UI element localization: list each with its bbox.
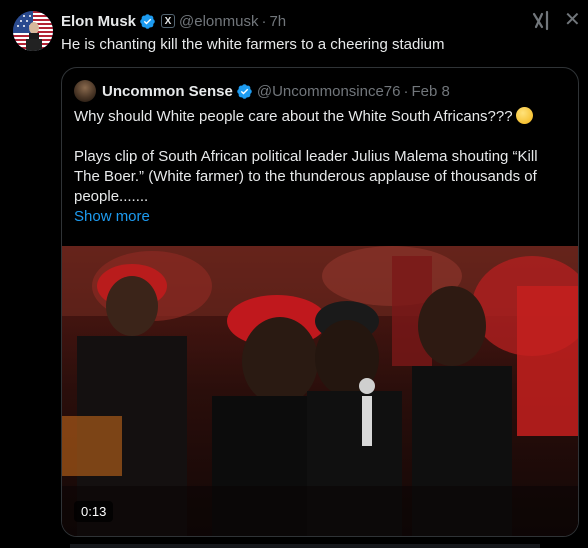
affiliate-x-badge-icon[interactable]: X	[161, 14, 176, 28]
quoted-text-line: Plays clip of South African political le…	[74, 148, 538, 165]
thinking-face-emoji-icon	[515, 107, 533, 124]
separator-dot: ·	[261, 12, 267, 30]
post-header: Elon Musk X @elonmusk · 7h	[61, 11, 286, 31]
video-thumbnail	[62, 246, 578, 536]
quoted-text-line: people.......	[74, 188, 149, 205]
verified-badge-icon[interactable]	[139, 13, 156, 30]
quoted-post-time[interactable]: Feb 8	[412, 83, 450, 100]
author-avatar[interactable]	[13, 11, 53, 51]
post[interactable]: Elon Musk X @elonmusk · 7h ✕ He is chant…	[0, 0, 588, 548]
quoted-author-name[interactable]: Uncommon Sense	[102, 83, 233, 100]
video-duration-badge: 0:13	[74, 501, 114, 522]
grok-icon[interactable]	[531, 10, 551, 32]
video-player[interactable]: 0:13	[62, 246, 578, 536]
show-more-link[interactable]: Show more	[74, 207, 570, 227]
quoted-author-handle[interactable]: @Uncommonsince76	[257, 83, 401, 100]
author-handle[interactable]: @elonmusk	[179, 13, 258, 30]
quoted-post-card[interactable]: Uncommon Sense @Uncommonsince76 · Feb 8 …	[61, 67, 579, 537]
quoted-post-text: Why should White people care about the W…	[74, 107, 570, 227]
quoted-question-text: Why should White people care about the W…	[74, 108, 513, 125]
close-icon[interactable]: ✕	[564, 10, 581, 30]
post-text: He is chanting kill the white farmers to…	[61, 36, 445, 53]
quoted-text-line: Why should White people care about the W…	[74, 107, 570, 127]
quoted-author-avatar[interactable]	[74, 80, 96, 102]
author-avatar-image	[13, 11, 53, 51]
quoted-separator-dot: ·	[403, 82, 409, 100]
post-time[interactable]: 7h	[269, 13, 286, 30]
quoted-text-line: The Boer.” (White farmer) to the thunder…	[74, 168, 537, 185]
divider	[70, 544, 540, 548]
author-name[interactable]: Elon Musk	[61, 13, 136, 30]
quoted-post-header: Uncommon Sense @Uncommonsince76 · Feb 8	[74, 80, 450, 102]
quoted-verified-badge-icon[interactable]	[236, 83, 253, 100]
